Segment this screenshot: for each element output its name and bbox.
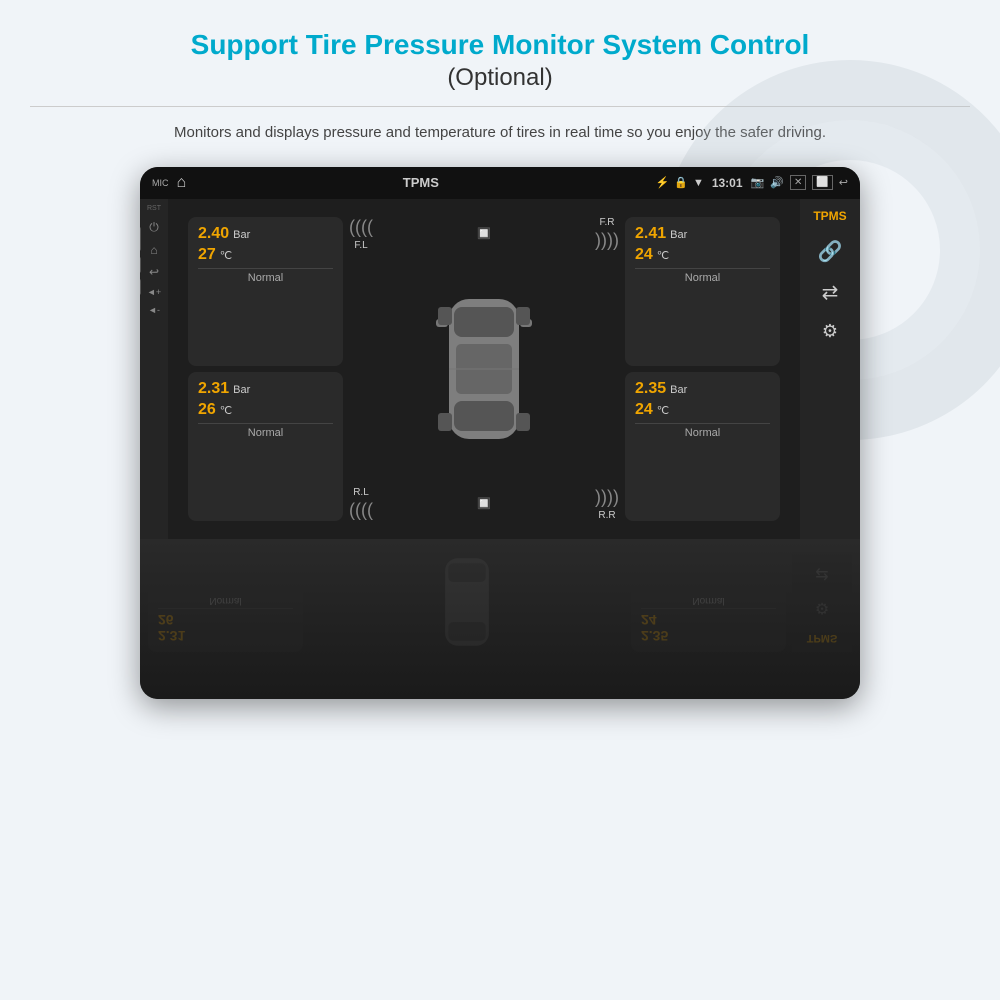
rr-temp-unit: ℃ bbox=[657, 404, 669, 417]
settings-icon[interactable]: ⚙ bbox=[822, 321, 838, 342]
rl-pressure-unit: Bar bbox=[233, 384, 250, 396]
volume-icon[interactable]: 🔊 bbox=[770, 176, 784, 189]
fl-pressure: 2.40 bbox=[198, 225, 229, 243]
window-icon[interactable]: ⬜ bbox=[812, 175, 832, 190]
device-frame: MIC ⌂ TPMS ⚡ 🔒 ▼ 13:01 📷 🔊 ✕ ⬜ ↩ RST bbox=[140, 167, 860, 699]
fr-temp-unit: ℃ bbox=[657, 249, 669, 262]
rl-pressure: 2.31 bbox=[198, 380, 229, 398]
right-panel: TPMS 🔗 ⇄ ⚙ bbox=[800, 199, 860, 539]
rl-temp-unit: ℃ bbox=[220, 404, 232, 417]
mic-label: MIC bbox=[152, 178, 169, 188]
link-icon[interactable]: 🔗 bbox=[818, 239, 843, 264]
tire-box-fr: 2.41 Bar 24 ℃ Normal bbox=[625, 217, 780, 366]
house-icon[interactable]: ⌂ bbox=[150, 243, 157, 257]
tire-box-fl: 2.40 Bar 27 ℃ Normal bbox=[188, 217, 343, 366]
tpms-main-content: 2.40 Bar 27 ℃ Normal 2.41 Bar bbox=[168, 199, 800, 539]
fl-status: Normal bbox=[198, 268, 333, 284]
fr-pressure: 2.41 bbox=[635, 225, 666, 243]
status-right-icons: 📷 🔊 ✕ ⬜ ↩ bbox=[751, 175, 848, 190]
tpms-grid: 2.40 Bar 27 ℃ Normal 2.41 Bar bbox=[180, 209, 788, 529]
tire-box-rl: 2.31 Bar 26 ℃ Normal bbox=[188, 372, 343, 521]
camera-icon[interactable]: 📷 bbox=[751, 176, 765, 189]
fr-label: F.R bbox=[599, 217, 614, 228]
fl-label: F.L bbox=[354, 240, 367, 251]
status-bar: MIC ⌂ TPMS ⚡ 🔒 ▼ 13:01 📷 🔊 ✕ ⬜ ↩ bbox=[140, 167, 860, 199]
rr-label: R.R bbox=[598, 510, 615, 521]
wifi-icon: ▼ bbox=[693, 177, 704, 189]
close-icon[interactable]: ✕ bbox=[790, 175, 806, 190]
page-subtitle: (Optional) bbox=[447, 64, 552, 92]
lock-icon: 🔒 bbox=[674, 176, 688, 189]
car-illustration: )))) F.L 🔲 F.R )))) bbox=[349, 217, 619, 521]
reflection-content: 2.31 26 Normal 2.35 24 No bbox=[140, 544, 860, 660]
rr-status: Normal bbox=[635, 423, 770, 439]
undo-icon[interactable]: ↩ bbox=[149, 265, 159, 279]
usb-icon: ⚡ bbox=[656, 176, 670, 189]
fl-temp-unit: ℃ bbox=[220, 249, 232, 262]
home-button[interactable]: ⌂ bbox=[177, 174, 187, 192]
power-icon[interactable]: ⏻ bbox=[149, 220, 159, 235]
reflection-area: 2.31 26 Normal 2.35 24 No bbox=[140, 539, 860, 699]
screen-body: RST ⏻ ⌂ ↩ ◄+ ◄- 2.40 Bar bbox=[140, 199, 860, 539]
rr-pressure-unit: Bar bbox=[670, 384, 687, 396]
status-time: 13:01 bbox=[712, 176, 743, 190]
device-side-buttons bbox=[140, 227, 141, 295]
fl-pressure-unit: Bar bbox=[233, 229, 250, 241]
car-svg bbox=[424, 289, 544, 449]
vol-dn-icon[interactable]: ◄- bbox=[148, 305, 160, 315]
app-title-bar: TPMS bbox=[194, 175, 647, 190]
status-left: MIC bbox=[152, 178, 169, 188]
fr-pressure-unit: Bar bbox=[670, 229, 687, 241]
rl-temperature: 26 bbox=[198, 401, 216, 419]
rr-temperature: 24 bbox=[635, 401, 653, 419]
status-icons: ⚡ 🔒 ▼ bbox=[656, 176, 704, 189]
tire-box-rr: 2.35 Bar 24 ℃ Normal bbox=[625, 372, 780, 521]
rl-label: R.L bbox=[353, 487, 369, 498]
right-panel-title: TPMS bbox=[813, 209, 846, 223]
page-title: Support Tire Pressure Monitor System Con… bbox=[191, 28, 810, 62]
rr-pressure: 2.35 bbox=[635, 380, 666, 398]
fl-temperature: 27 bbox=[198, 246, 216, 264]
back-icon[interactable]: ↩ bbox=[839, 176, 848, 189]
vol-up-icon[interactable]: ◄+ bbox=[147, 287, 161, 297]
fr-status: Normal bbox=[635, 268, 770, 284]
fr-temperature: 24 bbox=[635, 246, 653, 264]
transfer-icon[interactable]: ⇄ bbox=[822, 280, 839, 305]
rl-status: Normal bbox=[198, 423, 333, 439]
rst-label: RST bbox=[147, 205, 161, 212]
left-sidebar: RST ⏻ ⌂ ↩ ◄+ ◄- bbox=[140, 199, 168, 539]
